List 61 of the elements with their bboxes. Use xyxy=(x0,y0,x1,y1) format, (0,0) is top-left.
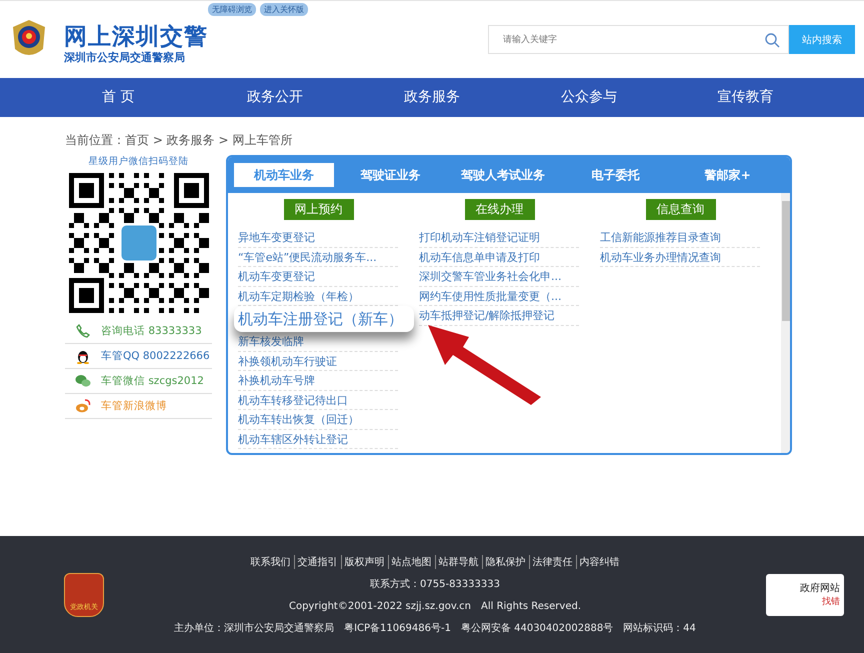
column-heading: 网上预约 xyxy=(284,199,354,220)
nav-link[interactable]: 政务服务 xyxy=(354,78,510,117)
service-link[interactable]: 补换机动车号牌 xyxy=(238,371,398,390)
mode-link[interactable]: 无障碍浏览 xyxy=(208,3,256,16)
service-link[interactable]: 机动车转出恢复（回迁） xyxy=(238,410,398,430)
column-heading: 在线办理 xyxy=(464,199,534,220)
service-link[interactable]: “车管e站”便民流动服务车... xyxy=(238,248,398,267)
search-field[interactable]: 请输入关键字 xyxy=(488,25,789,54)
site-title: 网上深圳交警 xyxy=(64,24,208,50)
service-link[interactable]: 补换领机动车行驶证 xyxy=(238,352,398,371)
footer-link[interactable]: 联系我们 xyxy=(248,554,294,568)
category-tab[interactable]: 驾驶人考试业务 xyxy=(446,163,559,187)
service-link[interactable]: 机动车信息单申请及打印 xyxy=(419,248,579,267)
contact-info: 联系方式：0755-83333333 xyxy=(370,578,500,590)
column-heading: 信息查询 xyxy=(646,199,716,220)
service-link[interactable]: 机动车转移登记待出口 xyxy=(238,390,398,410)
nav-link[interactable]: 公众参与 xyxy=(510,78,668,117)
service-link[interactable]: 新车核发临牌 xyxy=(238,332,398,352)
site-subtitle: 深圳市公安局交通警察局 xyxy=(64,50,186,65)
scrollbar[interactable] xyxy=(781,193,790,453)
nav-link[interactable]: 首 页 xyxy=(40,78,197,117)
service-link[interactable]: 机动车辖区外转让登记 xyxy=(238,430,398,449)
category-tab[interactable]: 电子委托 xyxy=(559,163,672,187)
qr-caption: 星级用户微信扫码登陆 xyxy=(88,155,190,168)
search-input[interactable]: 请输入关键字 xyxy=(501,34,764,46)
search-button[interactable]: 站内搜索 xyxy=(789,25,855,54)
service-link[interactable]: 网约车使用性质批量变更（... xyxy=(419,286,579,306)
service-link[interactable]: 异地车变更登记 xyxy=(238,228,398,248)
search-icon xyxy=(764,32,780,48)
chat-bubbles-icon xyxy=(75,373,91,389)
footer-link[interactable]: 版权声明 xyxy=(340,554,388,568)
copyright-text: Copyright©2001-2022 szjj.sz.gov.cn All Rights Reserved. xyxy=(288,600,582,612)
contact-text[interactable]: 车管QQ 8002222666 xyxy=(101,349,210,363)
service-link[interactable]: 机动车变更登记 xyxy=(238,267,398,286)
category-tab[interactable]: 机动车业务 xyxy=(234,163,334,187)
footer-link[interactable]: 站群导航 xyxy=(434,554,482,568)
nav-link[interactable]: 政务公开 xyxy=(196,78,354,117)
category-tab[interactable]: 警邮家+ xyxy=(672,163,784,187)
service-link[interactable]: 机动车业务办理情况查询 xyxy=(600,248,760,267)
gov-site-badge[interactable]: 政府网站 找错 xyxy=(766,574,844,616)
service-link[interactable]: 工信新能源推荐目录查询 xyxy=(600,228,760,248)
highlighted-service-link[interactable]: 机动车注册登记（新车） xyxy=(234,306,414,332)
footer-link[interactable]: 法律责任 xyxy=(528,554,576,568)
footer-link[interactable]: 站点地图 xyxy=(388,554,434,568)
service-link[interactable]: 动车抵押登记/解除抵押登记 xyxy=(419,306,579,326)
penguin-icon xyxy=(75,348,91,364)
service-link[interactable]: 打印机动车注销登记证明 xyxy=(419,228,579,248)
contact-text[interactable]: 咨询电话 83333333 xyxy=(101,324,202,338)
nav-link[interactable]: 宣传教育 xyxy=(667,78,824,117)
mode-link[interactable]: 进入关怀版 xyxy=(260,3,308,16)
breadcrumb: 当前位置：首页 > 政务服务 > 网上车管所 xyxy=(65,132,294,149)
footer-link[interactable]: 内容纠错 xyxy=(576,554,622,568)
footer-link[interactable]: 隐私保护 xyxy=(482,554,528,568)
contact-text[interactable]: 车管新浪微博 xyxy=(101,399,167,413)
phone-icon xyxy=(75,323,91,339)
footer-link[interactable]: 交通指引 xyxy=(294,554,340,568)
contact-text[interactable]: 车管微信 szcgs2012 xyxy=(101,374,204,388)
sponsor-text: 主办单位：深圳市公安局交通警察局 粤ICP备11069486号-1 粤公网安备 44030402002888号 网站标识码：44 xyxy=(174,622,696,634)
category-tab[interactable]: 驾驶证业务 xyxy=(334,163,446,187)
service-link[interactable]: 深圳交警车管业务社会化申... xyxy=(419,267,579,286)
weibo-eye-icon xyxy=(75,398,91,414)
